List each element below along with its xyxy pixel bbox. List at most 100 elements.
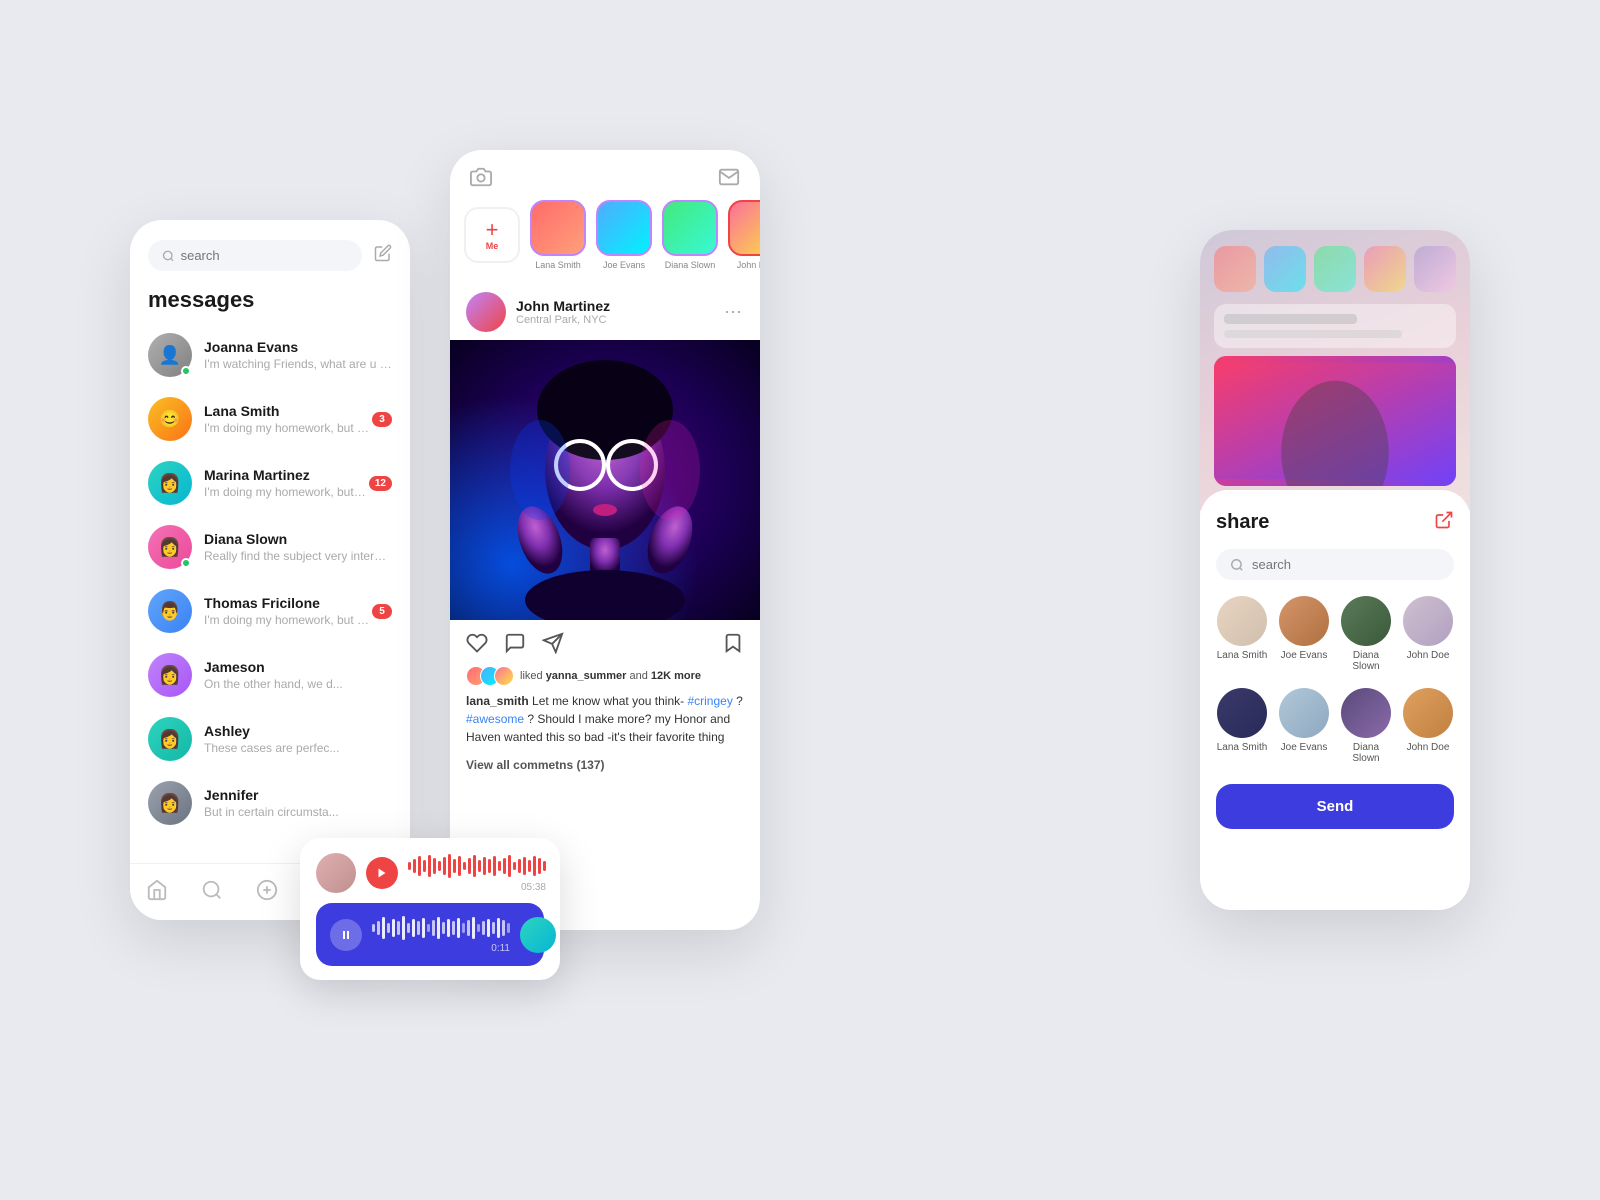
share-person-avatar [1341, 688, 1391, 738]
search-input[interactable] [181, 248, 348, 263]
author-info: John Martinez Central Park, NYC [516, 298, 724, 326]
post-caption: lana_smith Let me know what you think- #… [450, 692, 760, 754]
view-comments-link[interactable]: View all commetns (137) [450, 754, 760, 788]
avatar: 👨 [148, 589, 192, 633]
comment-icon[interactable] [504, 632, 526, 654]
social-phone: + Me Lana Smith Joe Evans Diana Slown [450, 150, 760, 930]
message-preview: But in certain circumsta... [204, 805, 392, 819]
post-image [450, 340, 760, 620]
messages-header [130, 220, 410, 281]
message-content: Marina Martinez I'm doing my homework, b… [204, 467, 369, 499]
contact-name: Lana Smith [204, 403, 372, 419]
story-label: John Doe [737, 260, 760, 270]
avatar-wrap: 👩 [148, 461, 192, 505]
share-people-row2: Lana Smith Joe Evans Diana Slown John Do… [1216, 688, 1454, 764]
share-person-name: Joe Evans [1281, 742, 1328, 753]
share-person-avatar [1217, 688, 1267, 738]
share-search-bar[interactable] [1216, 549, 1454, 580]
story-item[interactable]: Joe Evans [596, 200, 652, 270]
unread-badge: 5 [372, 604, 392, 619]
share-person-avatar [1403, 688, 1453, 738]
camera-icon[interactable] [470, 166, 492, 188]
unread-badge: 3 [372, 412, 392, 427]
contact-name: Jameson [204, 659, 392, 675]
share-modal-header: share [1216, 510, 1454, 535]
nav-home-icon[interactable] [146, 879, 168, 906]
message-preview: These cases are perfec... [204, 741, 392, 755]
avatar: 👩 [148, 653, 192, 697]
avatar: 😊 [148, 397, 192, 441]
nav-add-icon[interactable] [256, 879, 278, 906]
story-item[interactable]: John Doe [728, 200, 760, 270]
share-person[interactable]: Joe Evans [1278, 596, 1330, 672]
caption-text2: ? [736, 694, 743, 708]
avatar-wrap: 😊 [148, 397, 192, 441]
caption-hashtag1: #cringey [687, 694, 732, 708]
post-author-row: John Martinez Central Park, NYC ⋯ [450, 284, 760, 340]
share-person-avatar [1217, 596, 1267, 646]
share-search-input[interactable] [1252, 557, 1440, 572]
avatar: 👩 [148, 781, 192, 825]
message-icon[interactable] [718, 166, 740, 188]
share-person-name: Diana Slown [1340, 742, 1392, 764]
share-person[interactable]: Diana Slown [1340, 596, 1392, 672]
search-bar[interactable] [148, 240, 362, 271]
audio-sender-avatar [316, 853, 356, 893]
message-content: Diana Slown Really find the subject very… [204, 531, 392, 563]
story-item[interactable]: Lana Smith [530, 200, 586, 270]
liked-count: 12K more [651, 670, 701, 682]
bookmark-icon[interactable] [722, 632, 744, 654]
share-person-avatar [1279, 596, 1329, 646]
messages-phone: messages 👤 Joanna Evans I'm watching Fri… [130, 220, 410, 920]
share-person[interactable]: John Doe [1402, 688, 1454, 764]
search-icon [162, 249, 175, 263]
pause-button[interactable] [330, 919, 362, 951]
liked-avatars [466, 666, 514, 686]
share-icon[interactable] [542, 632, 564, 654]
list-item[interactable]: 👩 Jennifer But in certain circumsta... [130, 771, 410, 835]
scene: messages 👤 Joanna Evans I'm watching Fri… [100, 100, 1500, 1100]
compose-icon[interactable] [374, 244, 392, 267]
story-label: Joe Evans [603, 260, 645, 270]
share-person-avatar [1403, 596, 1453, 646]
share-title: share [1216, 511, 1269, 534]
like-icon[interactable] [466, 632, 488, 654]
list-item[interactable]: 😊 Lana Smith I'm doing my homework, but … [130, 387, 410, 451]
send-button[interactable]: Send [1216, 784, 1454, 829]
external-link-icon[interactable] [1434, 510, 1454, 535]
caption-hashtag2: #awesome [466, 712, 524, 726]
liked-row: liked yanna_summer and 12K more [450, 666, 760, 692]
list-item[interactable]: 👩 Marina Martinez I'm doing my homework,… [130, 451, 410, 515]
share-person[interactable]: John Doe [1402, 596, 1454, 672]
message-preview: I'm doing my homework, but need to take … [204, 421, 372, 435]
audio-duration-blue: 0:11 [372, 943, 510, 954]
liked-text: liked yanna_summer and 12K more [520, 670, 701, 682]
bg-stories [1214, 246, 1456, 486]
audio-duration: 05:38 [408, 882, 546, 893]
avatar: 👩 [148, 461, 192, 505]
story-item[interactable]: Diana Slown [662, 200, 718, 270]
list-item[interactable]: 👩 Jameson On the other hand, we d... [130, 643, 410, 707]
message-content: Lana Smith I'm doing my homework, but ne… [204, 403, 372, 435]
share-person-avatar [1279, 688, 1329, 738]
more-options-icon[interactable]: ⋯ [724, 302, 744, 323]
share-person[interactable]: Joe Evans [1278, 688, 1330, 764]
list-item[interactable]: 👤 Joanna Evans I'm watching Friends, wha… [130, 323, 410, 387]
story-label: Lana Smith [535, 260, 581, 270]
author-avatar [466, 292, 506, 332]
share-person-name: Lana Smith [1217, 650, 1268, 661]
share-person[interactable]: Diana Slown [1340, 688, 1392, 764]
message-content: Jennifer But in certain circumsta... [204, 787, 392, 819]
play-button[interactable] [366, 857, 398, 889]
list-item[interactable]: 👨 Thomas Fricilone I'm doing my homework… [130, 579, 410, 643]
story-add[interactable]: + Me [464, 207, 520, 263]
share-person-name: John Doe [1407, 650, 1450, 661]
list-item[interactable]: 👩 Ashley These cases are perfec... [130, 707, 410, 771]
share-person[interactable]: Lana Smith [1216, 688, 1268, 764]
nav-search-icon[interactable] [201, 879, 223, 906]
list-item[interactable]: 👩 Diana Slown Really find the subject ve… [130, 515, 410, 579]
share-person[interactable]: Lana Smith [1216, 596, 1268, 672]
caption-username: lana_smith [466, 694, 529, 708]
share-person-name: John Doe [1407, 742, 1450, 753]
share-phone: share [1200, 230, 1470, 910]
